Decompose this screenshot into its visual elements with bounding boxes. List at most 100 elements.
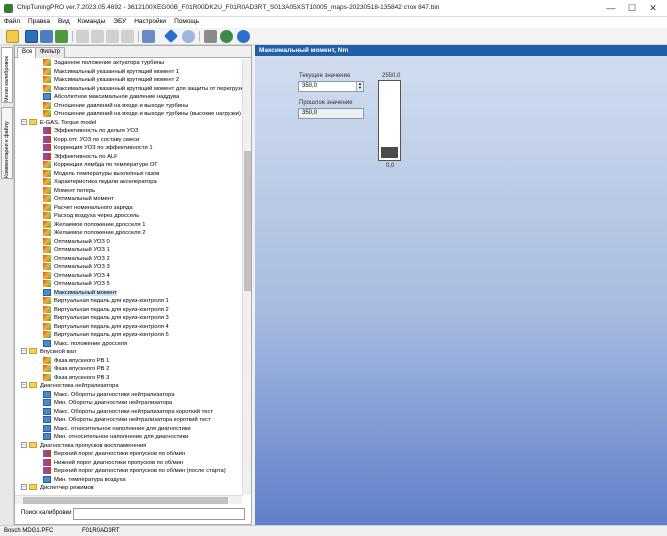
search-input[interactable] — [73, 508, 245, 520]
tree-item-label: Максимальный указанный крутящий момент д… — [54, 85, 242, 92]
tree-item[interactable]: Верхний порог диагностики пропусков по о… — [43, 467, 226, 476]
tree-item-label: Желаемое положение дросселя 2 — [54, 230, 146, 237]
expand-toggle-icon[interactable]: − — [21, 484, 27, 491]
tree-item[interactable]: Максимальный указанный крутящий момент 1 — [43, 67, 179, 77]
tree-item[interactable]: Заданное положение актуатора турбины — [43, 59, 164, 68]
save-as-icon[interactable] — [40, 30, 53, 43]
tree-item[interactable]: Оптимальный УОЗ 2 — [43, 254, 110, 264]
value-spinner[interactable]: ▲ ▼ — [356, 82, 363, 91]
tree-item[interactable]: Виртуальная педаль для круиз-контроля 1 — [43, 297, 169, 306]
tree-item[interactable]: Макс. относительное наполнение для диагн… — [43, 424, 191, 434]
tree-item[interactable]: Оптимальный УОЗ 3 — [43, 263, 110, 272]
scroll-thumb[interactable] — [23, 497, 228, 504]
tree-item[interactable]: Мин. относительное наполнение для диагно… — [43, 433, 188, 442]
close-button[interactable]: ✕ — [643, 2, 663, 14]
tree-item[interactable]: Эффективность по ALF — [43, 152, 118, 162]
undo-icon[interactable] — [76, 30, 89, 43]
tab-file-comments[interactable]: Комментарии к файлу — [1, 107, 13, 179]
edit-icon[interactable] — [55, 30, 68, 43]
tab-calibration-menu[interactable]: Меню калибровок — [1, 47, 13, 103]
tree-item[interactable]: Оптимальный момент — [43, 195, 114, 204]
calibration-tree[interactable]: Заданное положение актуатора турбины Макс… — [15, 59, 242, 495]
tree-folder[interactable]: − Диагностика нейтрализатора — [21, 382, 119, 391]
tree-item[interactable]: Фаза впускного РВ 2 — [43, 365, 109, 374]
checksum-icon[interactable] — [142, 30, 155, 43]
menu-file[interactable]: Файл — [0, 17, 24, 26]
tree-item[interactable]: Макс. положение дросселя — [43, 339, 127, 349]
menu-help[interactable]: Помощь — [170, 17, 203, 26]
value-gauge[interactable] — [378, 80, 401, 161]
menu-edit[interactable]: Правка — [24, 17, 54, 26]
tree-item[interactable]: Эффективность по дельте УОЗ — [43, 127, 138, 136]
paste-icon[interactable] — [106, 30, 119, 43]
tree-item[interactable]: Расчет номинального заряда — [43, 203, 133, 213]
tree-item[interactable]: Оптимальный УОЗ 1 — [43, 246, 110, 255]
tree-item[interactable]: Модель температуры выхлопных газов — [43, 169, 159, 179]
help-icon[interactable] — [237, 30, 250, 43]
tree-horizontal-scrollbar[interactable] — [15, 495, 242, 504]
update-icon[interactable] — [220, 30, 233, 43]
tree-item[interactable]: Коррекция УОЗ по эффективности 1 — [43, 144, 153, 153]
map-icon — [43, 101, 51, 109]
tree-item[interactable]: Абсолютное максимальное давление наддува — [43, 93, 179, 102]
menu-ecu[interactable]: ЭБУ — [109, 17, 130, 26]
expand-toggle-icon[interactable]: − — [21, 441, 27, 448]
tree-item[interactable]: Желаемое положение дросселя 1 — [43, 220, 145, 230]
tree-item[interactable]: Мин. температура воздуха — [43, 475, 126, 485]
tree-item[interactable]: Оптимальный УОЗ 0 — [43, 237, 110, 247]
curve-icon — [43, 144, 51, 151]
tree-item[interactable]: Виртуальная педаль для круиз-контроля 5 — [43, 331, 169, 340]
tree-item[interactable]: Макс. Обороты диагностики нейтрализатора… — [43, 407, 213, 417]
tree-vertical-scrollbar[interactable] — [242, 59, 251, 495]
tree-item[interactable]: Мин. Обороты диагностики нейтрализатора — [43, 399, 172, 408]
search-icon[interactable] — [182, 30, 195, 43]
maximize-button[interactable]: ☐ — [622, 2, 642, 14]
scroll-thumb[interactable] — [244, 151, 251, 291]
tree-item[interactable]: Расход воздуха через дроссель — [43, 212, 139, 221]
menu-commands[interactable]: Команды — [74, 17, 110, 26]
open-folder-icon[interactable] — [6, 30, 19, 43]
redo-icon[interactable] — [121, 30, 134, 43]
tree-folder[interactable]: − Диагностика пропусков воспламенения — [21, 441, 146, 451]
status-software: F01R0AD3RT — [82, 528, 120, 534]
tree-item[interactable]: Отношение давлений на входе и выходе тур… — [43, 110, 241, 119]
tree-item[interactable]: Виртуальная педаль для круиз-контроля 4 — [43, 322, 169, 332]
tree-item[interactable]: Оптимальный УОЗ 4 — [43, 271, 110, 281]
tree-item[interactable]: Фаза впускного РВ 1 — [43, 356, 109, 366]
tree-item[interactable]: Максимальный указанный крутящий момент д… — [43, 84, 242, 94]
current-value-input[interactable]: 350,0 ▲ ▼ — [298, 81, 364, 92]
tree-folder[interactable]: − Диспетчер режимов — [21, 484, 94, 493]
tree-item[interactable]: Корр.отт. УОЗ по составу смеси — [43, 135, 139, 145]
copy-icon[interactable] — [91, 30, 104, 43]
expand-toggle-icon[interactable]: − — [21, 382, 27, 389]
navigate-icon[interactable] — [163, 28, 179, 44]
tree-item[interactable]: Максимальный момент — [43, 288, 117, 298]
tree-item[interactable]: Макс. Обороты диагностики нейтрализатора — [43, 390, 175, 400]
tree-item[interactable]: Момент потерь — [43, 186, 95, 196]
menu-view[interactable]: Вид — [54, 17, 74, 26]
tree-item[interactable]: Нижний порог диагностики пропусков по об… — [43, 458, 183, 468]
expand-toggle-icon[interactable]: − — [21, 118, 27, 125]
tree-item[interactable]: Максимальный указанный крутящий момент 2 — [43, 76, 179, 85]
tree-folder[interactable]: − E-GAS, Torque model — [21, 118, 96, 128]
tree-item[interactable]: Фаза впускного РВ 3 — [43, 373, 109, 383]
tree-item[interactable]: Отношение давлений на входе и выходе тур… — [43, 101, 188, 111]
tree-item[interactable]: Виртуальная педаль для круиз-контроля 3 — [43, 314, 169, 323]
tools-icon[interactable] — [204, 30, 217, 43]
tree-item[interactable]: Желаемое положение дросселя 2 — [43, 229, 145, 238]
tree-item-label: Характеристика педали акселератора — [54, 179, 157, 186]
tree-item[interactable]: Оптимальный УОЗ 5 — [43, 280, 110, 289]
tree-folder[interactable]: − Впускной вал — [21, 348, 76, 357]
tree-item[interactable]: Коррекция лямбда по температуре ОГ — [43, 161, 158, 170]
save-icon[interactable] — [25, 30, 38, 43]
menu-settings[interactable]: Настройки — [130, 17, 170, 26]
tree-item[interactable]: Мин. Обороты диагностики нейтрализатора … — [43, 416, 211, 425]
tree-item[interactable]: Характеристика педали акселератора — [43, 178, 157, 187]
expand-toggle-icon[interactable]: − — [21, 348, 27, 355]
previous-value-label: Прошлое значение — [299, 100, 353, 106]
tree-item[interactable]: Виртуальная педаль для круиз-контроля 2 — [43, 305, 169, 315]
tree-item[interactable]: Верхний порог диагностики пропусков по о… — [43, 450, 185, 459]
minimize-button[interactable]: — — [601, 2, 621, 14]
tab-filter[interactable]: Фильтр — [35, 47, 66, 58]
map-icon — [43, 331, 51, 338]
